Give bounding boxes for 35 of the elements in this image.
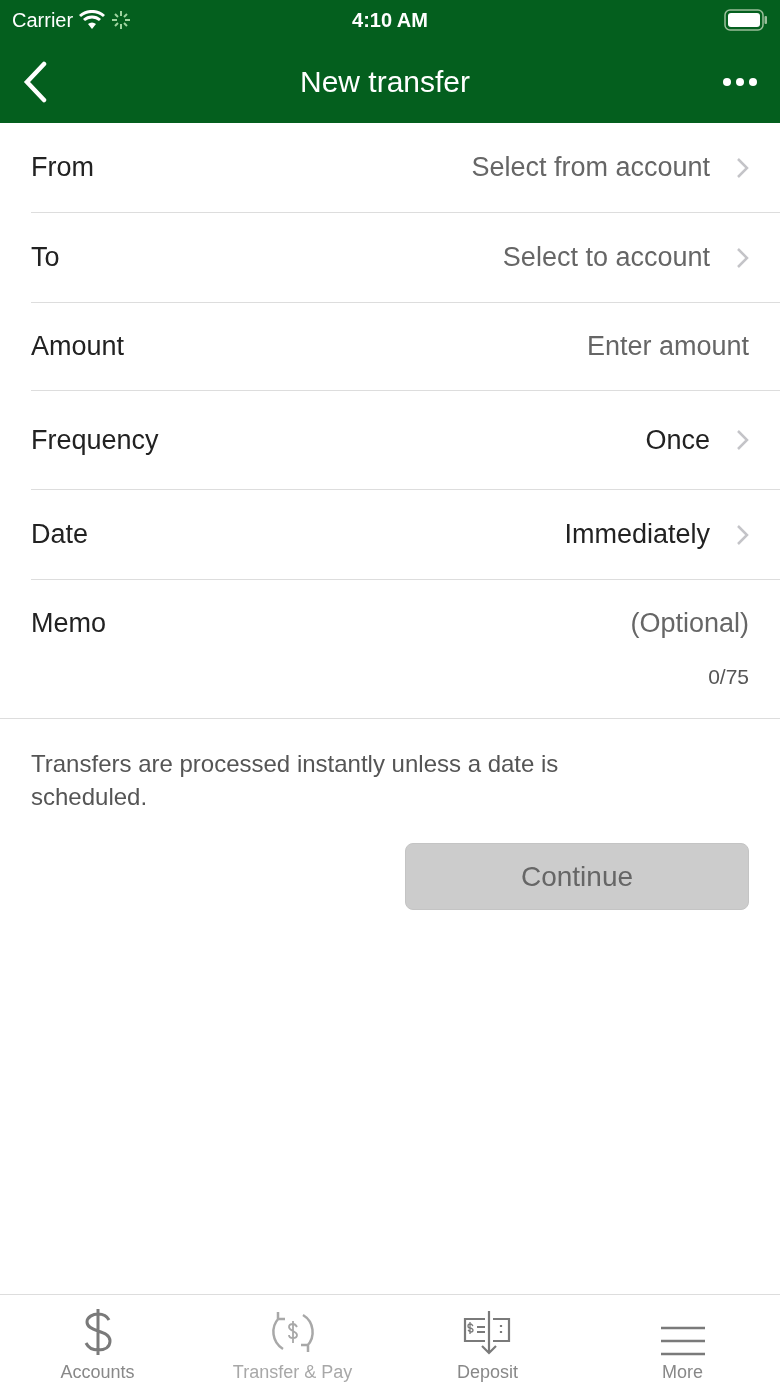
back-icon[interactable] — [22, 60, 48, 103]
memo-field[interactable]: (Optional) — [449, 608, 749, 639]
select-row[interactable]: From Select from account — [31, 123, 780, 213]
wifi-icon — [79, 10, 106, 30]
screen-title: New transfer — [299, 64, 471, 99]
select-row[interactable]: Date Immediately — [31, 490, 780, 580]
battery-icon — [724, 9, 768, 31]
character-counter: 0/75 — [708, 665, 749, 689]
spinner-icon — [111, 10, 132, 30]
carrier-label: Carrier — [12, 8, 74, 32]
tab-bar-item[interactable]: Accounts — [0, 1295, 195, 1387]
field-label: Date — [31, 519, 89, 550]
tab-bar-item[interactable]: Deposit — [390, 1295, 585, 1387]
chevron-icon — [736, 156, 749, 179]
field-value: Select to account — [502, 242, 710, 273]
field-value: Select from account — [471, 152, 710, 183]
field-label: Amount — [31, 331, 125, 362]
select-row[interactable]: To Select to account — [31, 213, 780, 303]
more-options-icon[interactable] — [722, 76, 758, 87]
amount-field[interactable]: Enter amount — [449, 331, 749, 362]
field-value: Immediately — [564, 519, 710, 550]
field-label: Memo — [31, 608, 106, 639]
chevron-icon — [736, 523, 749, 546]
field-value: Once — [645, 424, 710, 456]
field-label: Frequency — [31, 424, 159, 456]
tab-bar-item[interactable]: More — [585, 1295, 780, 1387]
field-label: From — [31, 152, 94, 183]
select-row[interactable]: Frequency Once — [31, 391, 780, 490]
menu-icon — [659, 1326, 706, 1356]
field-label: To — [31, 242, 60, 273]
check-deposit-icon — [462, 1310, 513, 1356]
chevron-icon — [736, 429, 749, 451]
chevron-icon — [736, 246, 749, 269]
status-time: 4:10 AM — [352, 8, 428, 32]
info-text: Transfers are processed instantly unless a date is scheduled. — [30, 749, 560, 812]
